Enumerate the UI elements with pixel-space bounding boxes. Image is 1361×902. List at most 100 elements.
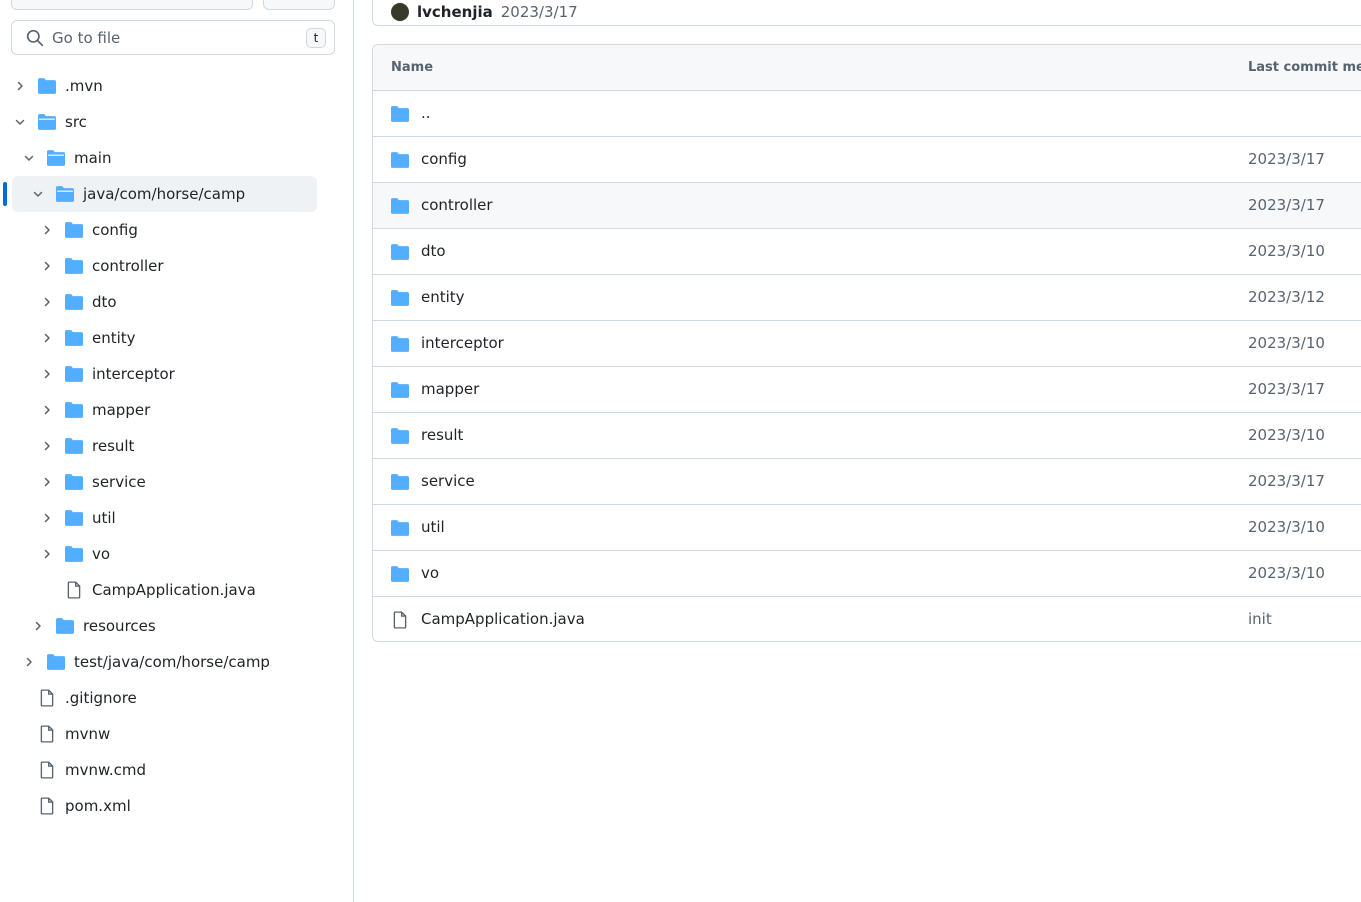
table-row[interactable]: result 2023/3/10 xyxy=(373,413,1361,459)
table-row[interactable]: .. xyxy=(373,91,1361,137)
shortcut-key: t xyxy=(306,28,326,48)
row-name-link[interactable]: controller xyxy=(421,196,493,214)
tree-folder-test-java-com-horse-camp[interactable]: test/java/com/horse/camp xyxy=(0,644,354,680)
tree-folder-service[interactable]: service xyxy=(0,464,354,500)
folder-icon xyxy=(38,78,56,94)
chevron-right-icon[interactable] xyxy=(14,80,26,92)
header-last-commit-message: Last commit mes xyxy=(1248,60,1361,75)
tree-folder-main[interactable]: main xyxy=(0,140,354,176)
row-commit-date: 2023/3/17 xyxy=(1248,380,1325,398)
table-row[interactable]: CampApplication.java init xyxy=(373,597,1361,641)
chevron-right-icon[interactable] xyxy=(41,260,53,272)
chevron-right-icon[interactable] xyxy=(41,440,53,452)
tree-folder-dto[interactable]: dto xyxy=(0,284,354,320)
tree-folder-vo[interactable]: vo xyxy=(0,536,354,572)
tree-folder-resources[interactable]: resources xyxy=(0,608,354,644)
folder-icon xyxy=(391,566,409,582)
branch-select-button[interactable] xyxy=(11,0,253,10)
row-name-link[interactable]: util xyxy=(421,518,445,536)
row-name-link[interactable]: service xyxy=(421,472,475,490)
row-commit-date: 2023/3/10 xyxy=(1248,426,1325,444)
chevron-right-icon[interactable] xyxy=(41,404,53,416)
folder-icon xyxy=(65,546,83,562)
chevron-right-icon[interactable] xyxy=(41,332,53,344)
tree-folder-util[interactable]: util xyxy=(0,500,354,536)
file-icon xyxy=(65,581,83,599)
chevron-right-icon[interactable] xyxy=(41,512,53,524)
folder-icon xyxy=(391,382,409,398)
table-row[interactable]: config 2023/3/17 xyxy=(373,137,1361,183)
tree-item-label: mvnw xyxy=(65,725,111,743)
tree-file-gitignore[interactable]: .gitignore xyxy=(0,680,354,716)
row-name-link[interactable]: result xyxy=(421,426,463,444)
row-name-link[interactable]: dto xyxy=(421,242,446,260)
row-name-link[interactable]: interceptor xyxy=(421,334,504,352)
file-tree-sidebar: Go to file t .mvn src main java/com/horse/c… xyxy=(0,0,354,902)
tree-folder-java-com-horse-camp[interactable]: java/com/horse/camp xyxy=(0,176,354,212)
folder-icon xyxy=(391,244,409,260)
go-to-file-search[interactable]: Go to file t xyxy=(11,20,335,55)
chevron-right-icon[interactable] xyxy=(41,548,53,560)
row-name-link[interactable]: mapper xyxy=(421,380,479,398)
folder-icon xyxy=(391,198,409,214)
commit-message-link[interactable]: init xyxy=(1248,610,1272,628)
row-name-link[interactable]: entity xyxy=(421,288,465,306)
row-name-link[interactable]: .. xyxy=(421,104,431,122)
table-row[interactable]: util 2023/3/10 xyxy=(373,505,1361,551)
folder-icon xyxy=(65,330,83,346)
tree-folder-mvn[interactable]: .mvn xyxy=(0,68,354,104)
chevron-down-icon[interactable] xyxy=(32,188,44,200)
folder-icon xyxy=(391,474,409,490)
tree-folder-interceptor[interactable]: interceptor xyxy=(0,356,354,392)
search-icon xyxy=(26,29,44,46)
chevron-right-icon[interactable] xyxy=(41,476,53,488)
tree-item-label: test/java/com/horse/camp xyxy=(74,653,270,671)
tree-folder-result[interactable]: result xyxy=(0,428,354,464)
tree-file-campapplication-java[interactable]: CampApplication.java xyxy=(0,572,354,608)
row-commit-date: 2023/3/17 xyxy=(1248,150,1325,168)
chevron-right-icon[interactable] xyxy=(32,620,44,632)
tree-file-pom-xml[interactable]: pom.xml xyxy=(0,788,354,824)
avatar[interactable] xyxy=(391,3,409,21)
tree-item-label: controller xyxy=(92,257,164,275)
tree-item-label: config xyxy=(92,221,138,239)
chevron-right-icon[interactable] xyxy=(41,224,53,236)
tree-file-mvnw[interactable]: mvnw xyxy=(0,716,354,752)
folder-icon xyxy=(391,520,409,536)
tree-folder-entity[interactable]: entity xyxy=(0,320,354,356)
chevron-down-icon[interactable] xyxy=(23,152,35,164)
row-name-link[interactable]: vo xyxy=(421,564,439,582)
table-row[interactable]: vo 2023/3/10 xyxy=(373,551,1361,597)
row-commit-date: 2023/3/10 xyxy=(1248,564,1325,582)
row-commit-date: 2023/3/10 xyxy=(1248,242,1325,260)
file-icon xyxy=(391,611,409,629)
table-header: Name Last commit mes xyxy=(373,45,1361,91)
table-row[interactable]: service 2023/3/17 xyxy=(373,459,1361,505)
chevron-right-icon[interactable] xyxy=(41,368,53,380)
tree-file-mvnw-cmd[interactable]: mvnw.cmd xyxy=(0,752,354,788)
tree-folder-controller[interactable]: controller xyxy=(0,248,354,284)
tree-item-label: mapper xyxy=(92,401,151,419)
file-icon xyxy=(38,761,56,779)
chevron-right-icon[interactable] xyxy=(23,656,35,668)
file-table: Name Last commit mes .. config 2023/3/17 co… xyxy=(372,44,1361,642)
header-name: Name xyxy=(391,60,434,75)
table-row[interactable]: entity 2023/3/12 xyxy=(373,275,1361,321)
chevron-right-icon[interactable] xyxy=(41,296,53,308)
row-name-link[interactable]: CampApplication.java xyxy=(421,610,585,628)
file-tree: .mvn src main java/com/horse/camp config cont… xyxy=(0,68,354,824)
tree-item-label: interceptor xyxy=(92,365,175,383)
row-name-link[interactable]: config xyxy=(421,150,467,168)
tree-folder-mapper[interactable]: mapper xyxy=(0,392,354,428)
commit-author[interactable]: lvchenjia xyxy=(417,3,493,21)
tree-folder-src[interactable]: src xyxy=(0,104,354,140)
folder-icon xyxy=(65,366,83,382)
tree-folder-config[interactable]: config xyxy=(0,212,354,248)
table-row[interactable]: mapper 2023/3/17 xyxy=(373,367,1361,413)
chevron-down-icon[interactable] xyxy=(14,116,26,128)
table-row[interactable]: interceptor 2023/3/10 xyxy=(373,321,1361,367)
table-row[interactable]: controller 2023/3/17 xyxy=(373,183,1361,229)
folder-open-icon xyxy=(47,150,65,166)
table-row[interactable]: dto 2023/3/10 xyxy=(373,229,1361,275)
sidebar-actions-button[interactable] xyxy=(263,0,335,10)
